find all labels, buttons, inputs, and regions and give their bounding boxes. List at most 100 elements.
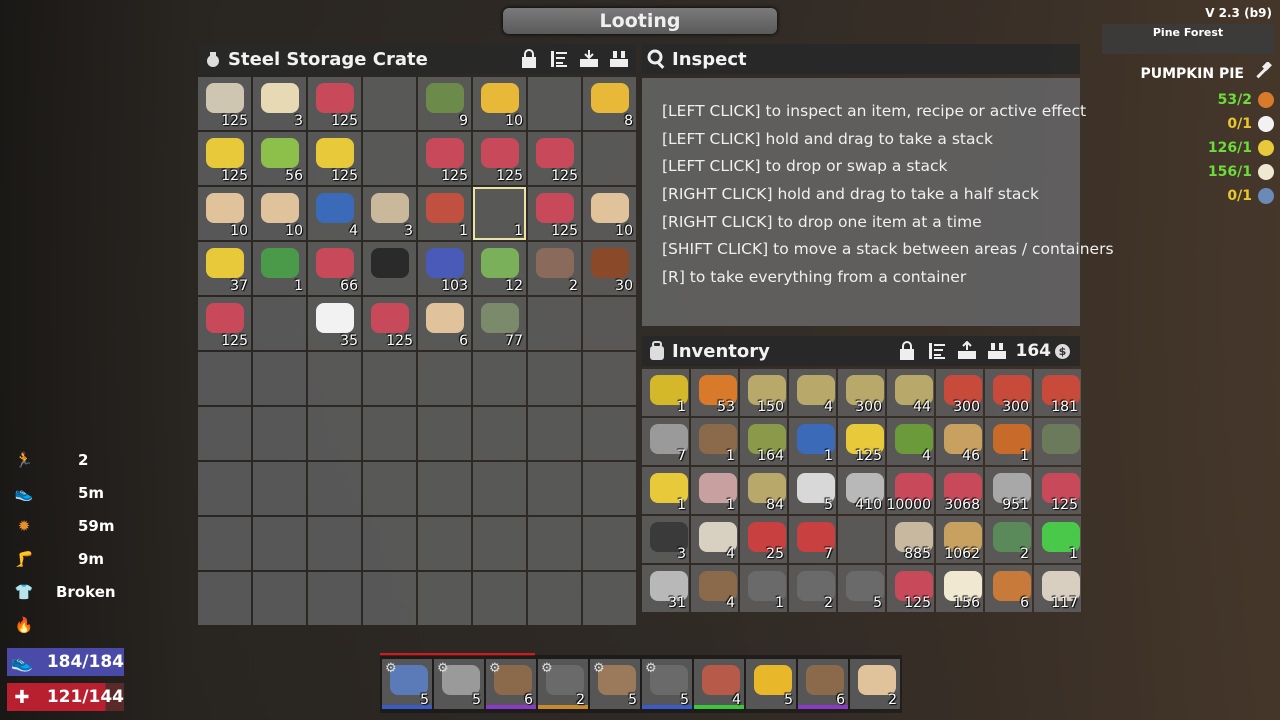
container-slot[interactable]: 1: [473, 187, 526, 240]
container-slot[interactable]: 10: [253, 187, 306, 240]
container-slot[interactable]: [583, 517, 636, 570]
toolbelt-slot[interactable]: ⚙ 6: [486, 659, 536, 709]
inventory-slot[interactable]: [838, 516, 885, 563]
container-slot[interactable]: [418, 462, 471, 515]
container-slot[interactable]: [528, 462, 581, 515]
inventory-slot[interactable]: 10000: [887, 467, 934, 514]
container-slot[interactable]: [418, 572, 471, 625]
container-slot[interactable]: 125: [198, 132, 251, 185]
inventory-slot[interactable]: 181: [1034, 369, 1081, 416]
container-slot[interactable]: 35: [308, 297, 361, 350]
container-slot[interactable]: [528, 517, 581, 570]
inventory-slot[interactable]: 117: [1034, 565, 1081, 612]
container-slot[interactable]: [253, 297, 306, 350]
container-slot[interactable]: [418, 517, 471, 570]
sort-icon[interactable]: [926, 340, 948, 362]
container-slot[interactable]: [528, 297, 581, 350]
inventory-slot[interactable]: 885: [887, 516, 934, 563]
container-slot[interactable]: [363, 517, 416, 570]
container-slot[interactable]: [198, 572, 251, 625]
container-slot[interactable]: [528, 352, 581, 405]
container-slot[interactable]: [198, 352, 251, 405]
inventory-slot[interactable]: 44: [887, 369, 934, 416]
container-slot[interactable]: 125: [528, 187, 581, 240]
container-slot[interactable]: 125: [363, 297, 416, 350]
container-slot[interactable]: 125: [528, 132, 581, 185]
inventory-slot[interactable]: [1034, 418, 1081, 465]
container-slot[interactable]: 8: [583, 77, 636, 130]
container-slot[interactable]: [363, 242, 416, 295]
toolbelt-slot[interactable]: ⚙ 2: [538, 659, 588, 709]
container-slot[interactable]: [528, 407, 581, 460]
container-slot[interactable]: [308, 352, 361, 405]
container-slot[interactable]: 125: [418, 132, 471, 185]
container-slot[interactable]: [363, 132, 416, 185]
inventory-slot[interactable]: 31: [642, 565, 689, 612]
container-slot[interactable]: [308, 462, 361, 515]
container-slot[interactable]: [583, 572, 636, 625]
container-slot[interactable]: [363, 352, 416, 405]
container-slot[interactable]: 125: [308, 132, 361, 185]
lock-icon[interactable]: [896, 340, 918, 362]
take-all-icon[interactable]: [578, 48, 600, 70]
container-slot[interactable]: 2: [528, 242, 581, 295]
container-slot[interactable]: [418, 407, 471, 460]
inventory-slot[interactable]: 951: [985, 467, 1032, 514]
container-slot[interactable]: [528, 572, 581, 625]
container-slot[interactable]: 6: [418, 297, 471, 350]
lock-icon[interactable]: [518, 48, 540, 70]
container-slot[interactable]: [473, 352, 526, 405]
container-slot[interactable]: [473, 517, 526, 570]
inventory-slot[interactable]: 7: [789, 516, 836, 563]
container-slot[interactable]: 30: [583, 242, 636, 295]
container-slot[interactable]: [308, 572, 361, 625]
container-slot[interactable]: 3: [363, 187, 416, 240]
toolbelt-slot[interactable]: 5: [746, 659, 796, 709]
container-slot[interactable]: 4: [308, 187, 361, 240]
container-slot[interactable]: [198, 462, 251, 515]
container-slot[interactable]: 10: [473, 77, 526, 130]
inventory-slot[interactable]: 1062: [936, 516, 983, 563]
sort-icon[interactable]: [548, 48, 570, 70]
container-slot[interactable]: 12: [473, 242, 526, 295]
container-slot[interactable]: [473, 572, 526, 625]
inventory-slot[interactable]: 6: [985, 565, 1032, 612]
container-slot[interactable]: [583, 462, 636, 515]
inventory-slot[interactable]: 156: [936, 565, 983, 612]
inventory-slot[interactable]: 125: [887, 565, 934, 612]
container-slot[interactable]: 125: [473, 132, 526, 185]
container-slot[interactable]: 125: [308, 77, 361, 130]
toolbelt-slot[interactable]: 2: [850, 659, 900, 709]
container-slot[interactable]: [363, 572, 416, 625]
inventory-slot[interactable]: 3: [642, 516, 689, 563]
container-slot[interactable]: [583, 132, 636, 185]
container-slot[interactable]: [418, 352, 471, 405]
inventory-slot[interactable]: 410: [838, 467, 885, 514]
inventory-slot[interactable]: 150: [740, 369, 787, 416]
inventory-slot[interactable]: 2: [985, 516, 1032, 563]
container-slot[interactable]: 66: [308, 242, 361, 295]
container-slot[interactable]: 103: [418, 242, 471, 295]
container-slot[interactable]: 10: [198, 187, 251, 240]
inventory-slot[interactable]: 125: [1034, 467, 1081, 514]
container-slot[interactable]: [528, 77, 581, 130]
container-slot[interactable]: 77: [473, 297, 526, 350]
inventory-slot[interactable]: 4: [691, 565, 738, 612]
tracked-recipe[interactable]: PUMPKIN PIE: [1140, 61, 1272, 86]
inventory-slot[interactable]: 4: [789, 369, 836, 416]
inventory-slot[interactable]: 4: [691, 516, 738, 563]
stash-icon[interactable]: [986, 340, 1008, 362]
inventory-slot[interactable]: 3068: [936, 467, 983, 514]
container-slot[interactable]: 9: [418, 77, 471, 130]
inventory-slot[interactable]: 84: [740, 467, 787, 514]
container-slot[interactable]: [583, 407, 636, 460]
stash-icon[interactable]: [608, 48, 630, 70]
toolbelt-slot[interactable]: ⚙ 5: [590, 659, 640, 709]
inventory-slot[interactable]: 53: [691, 369, 738, 416]
container-slot[interactable]: [363, 407, 416, 460]
inventory-slot[interactable]: 1: [789, 418, 836, 465]
container-slot[interactable]: [253, 462, 306, 515]
container-slot[interactable]: [253, 407, 306, 460]
inventory-slot[interactable]: 46: [936, 418, 983, 465]
inventory-slot[interactable]: 1: [691, 418, 738, 465]
